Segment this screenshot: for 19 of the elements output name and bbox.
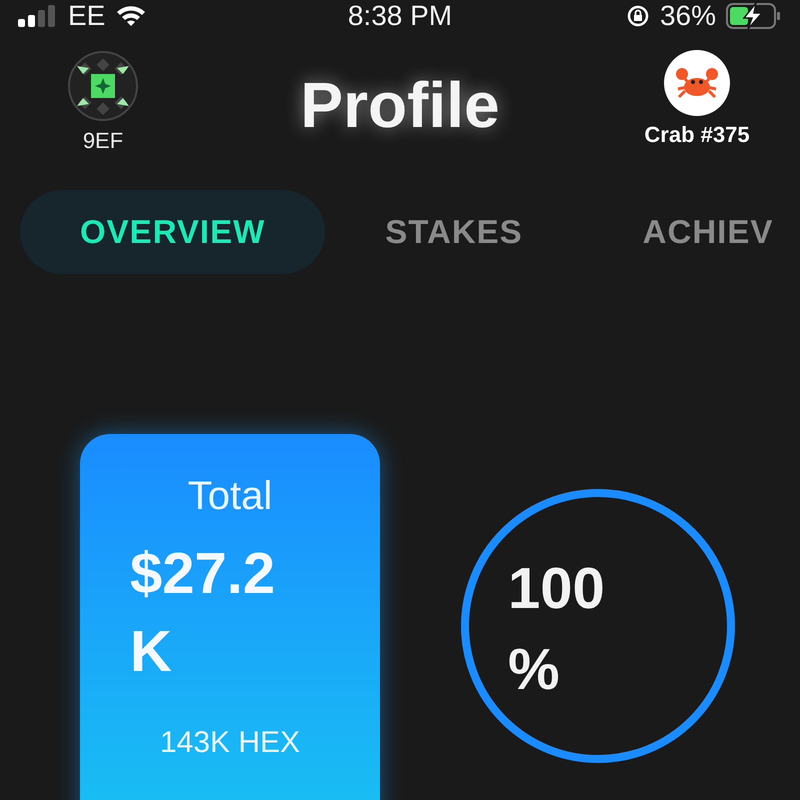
signal-icon (18, 5, 58, 27)
tab[interactable]: ACHIEV (582, 190, 800, 274)
battery-charging-icon (726, 3, 782, 29)
avatar-name: Crab #375 (644, 122, 750, 148)
carrier-name: EE (68, 0, 106, 32)
wallet-id: 9EF (82, 128, 124, 154)
battery-percent: 36% (660, 0, 716, 32)
tab[interactable]: STAKES (325, 190, 583, 274)
page-title: Profile (300, 68, 500, 142)
rotation-lock-icon (626, 4, 650, 28)
hex-amount: 143K HEX (160, 726, 300, 760)
wallet-avatar-icon[interactable] (67, 50, 139, 122)
progress-value: 100 % (508, 555, 606, 704)
tab[interactable]: OVERVIEW (20, 190, 326, 274)
clock-time: 8:38 PM (348, 0, 452, 32)
total-value: $27.2 K (130, 540, 276, 686)
wifi-icon (115, 4, 148, 28)
card-label: Total (188, 474, 272, 519)
crab-icon (675, 65, 719, 101)
